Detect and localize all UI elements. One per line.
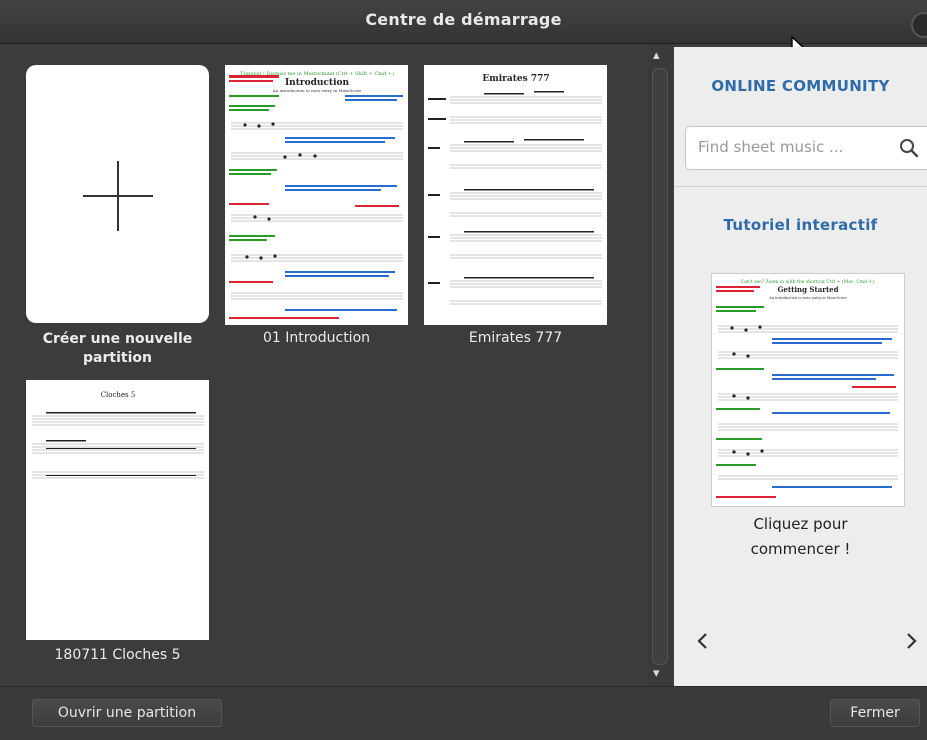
- svg-text:An introduction to note entry: An introduction to note entry in MuseSco…: [272, 88, 362, 93]
- score-label[interactable]: 180711 Cloches 5: [6, 647, 229, 663]
- tutorial-caption[interactable]: Cliquez pour commencer !: [739, 512, 862, 562]
- svg-text:An introduction to note entry: An introduction to note entry in MuseSco…: [768, 296, 846, 300]
- svg-text:Getting Started: Getting Started: [777, 285, 838, 294]
- tutorial-heading[interactable]: Tutoriel interactif: [674, 216, 927, 234]
- score-thumbnail[interactable]: Trappist ! Dismiss me in Mastermind (Ctr…: [225, 65, 408, 325]
- scores-scrollbar[interactable]: ▴ ▾: [648, 44, 672, 686]
- svg-text:Can't see? Zoom in with the sh: Can't see? Zoom in with the shortcut Ctr…: [741, 278, 876, 285]
- new-score-thumbnail[interactable]: [26, 65, 209, 323]
- community-panel: ONLINE COMMUNITY Tutoriel interactif Can…: [674, 47, 927, 686]
- chevron-left-icon[interactable]: [696, 630, 710, 652]
- score-tile-introduction[interactable]: Trappist ! Dismiss me in Mastermind (Ctr…: [225, 65, 408, 365]
- score-thumbnail[interactable]: Cloches 5: [26, 380, 209, 640]
- search-icon: [900, 139, 919, 158]
- title-bar: Centre de démarrage: [0, 0, 927, 44]
- score-tile-cloches-5[interactable]: Cloches 5 180711 Cloches 5: [26, 380, 209, 680]
- svg-text:Introduction: Introduction: [285, 78, 350, 88]
- scroll-up-icon[interactable]: ▴: [653, 48, 660, 63]
- svg-text:Emirates 777: Emirates 777: [482, 74, 549, 84]
- tutorial-thumbnail[interactable]: Can't see? Zoom in with the shortcut Ctr…: [711, 273, 905, 507]
- score-label[interactable]: 01 Introduction: [205, 330, 428, 346]
- online-community-heading[interactable]: ONLINE COMMUNITY: [674, 77, 927, 95]
- dialog-footer: Ouvrir une partition Fermer: [0, 686, 927, 740]
- search-button[interactable]: [890, 126, 927, 170]
- window-control-icon[interactable]: [911, 12, 927, 38]
- divider: [674, 186, 927, 187]
- search-field[interactable]: [685, 126, 892, 170]
- score-label[interactable]: Emirates 777: [404, 330, 627, 346]
- close-button[interactable]: Fermer: [830, 699, 920, 727]
- score-tile-emirates-777[interactable]: Emirates 777 Emirates 777: [424, 65, 607, 365]
- scores-grid: Créer une nouvelle partition Trappist ! …: [0, 44, 647, 686]
- window-title: Centre de démarrage: [365, 10, 562, 29]
- chevron-right-icon[interactable]: [904, 630, 918, 652]
- open-score-button[interactable]: Ouvrir une partition: [32, 699, 222, 727]
- scroll-down-icon[interactable]: ▾: [653, 666, 660, 681]
- new-score-label[interactable]: Créer une nouvelle partition: [26, 330, 209, 368]
- svg-text:Cloches 5: Cloches 5: [101, 391, 136, 399]
- score-thumbnail[interactable]: Emirates 777: [424, 65, 607, 325]
- new-score-tile[interactable]: Créer une nouvelle partition: [26, 65, 209, 366]
- scrollbar-track[interactable]: [652, 68, 668, 665]
- search-input[interactable]: [686, 127, 888, 167]
